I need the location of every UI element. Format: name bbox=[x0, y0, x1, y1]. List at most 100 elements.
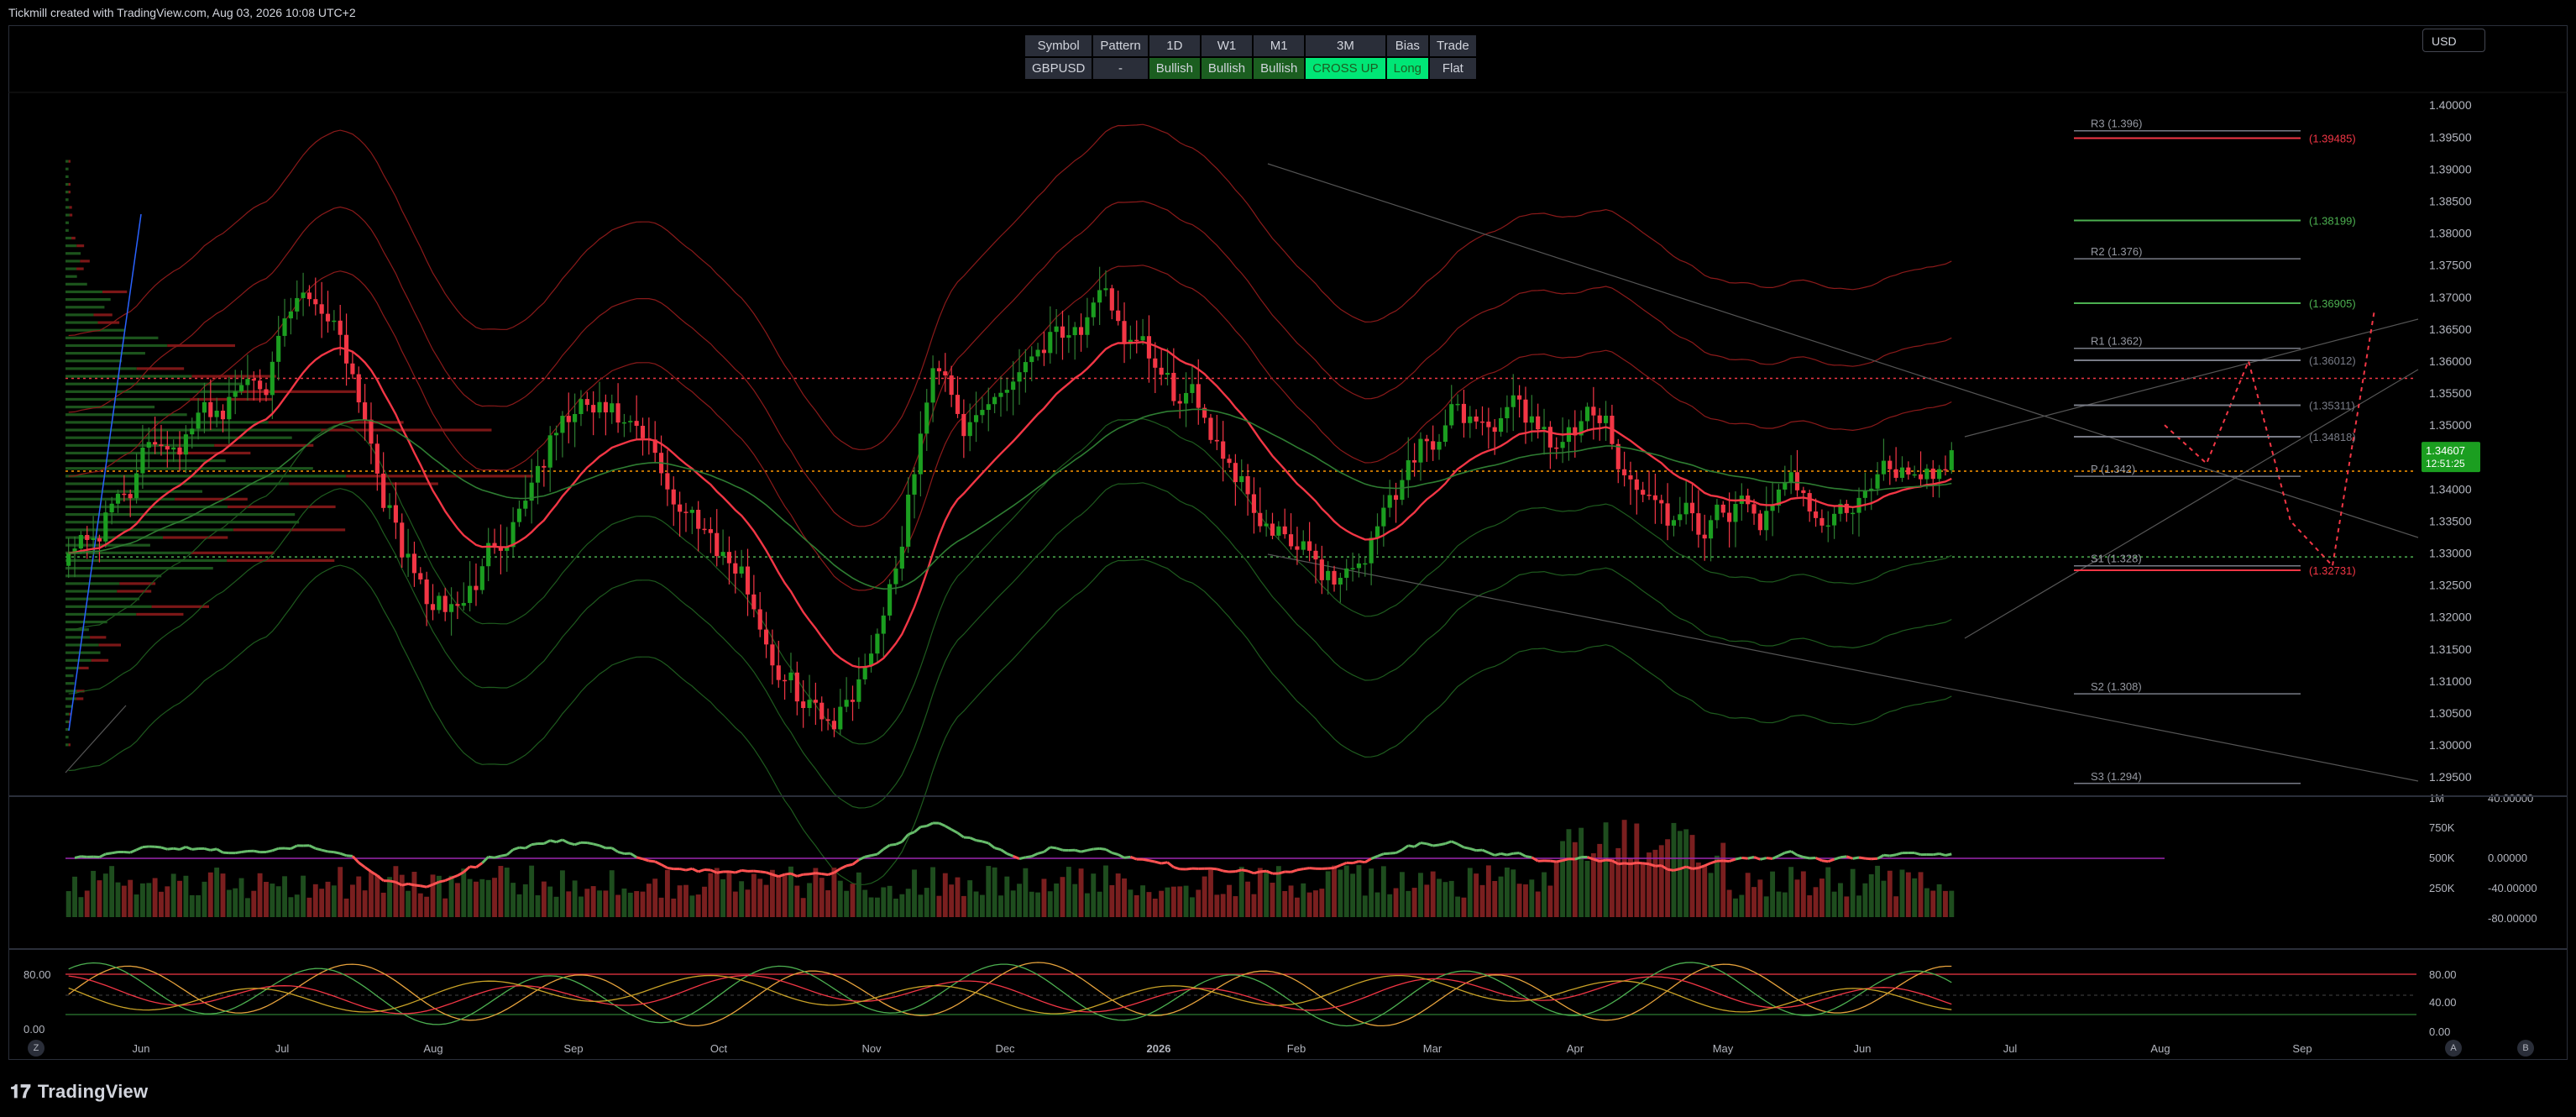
volume-bar bbox=[1597, 843, 1603, 917]
time-tick-label: Jun bbox=[133, 1042, 150, 1055]
auto-scale-button[interactable]: A bbox=[2445, 1040, 2462, 1057]
volume-bar bbox=[677, 885, 683, 917]
volume-bar bbox=[1887, 870, 1893, 917]
currency-selector[interactable]: USD bbox=[2422, 29, 2485, 52]
volume-bar bbox=[1640, 863, 1646, 917]
volume-bar bbox=[202, 881, 207, 917]
volume-bar bbox=[1720, 842, 1726, 917]
volume-profile-bar bbox=[79, 666, 89, 670]
candle-body bbox=[1171, 372, 1176, 401]
candle-body bbox=[1344, 568, 1349, 578]
volume-bar bbox=[1109, 884, 1115, 917]
candle-body bbox=[1449, 404, 1454, 426]
candle-body bbox=[610, 403, 615, 413]
candle-body bbox=[238, 385, 244, 392]
volume-bar bbox=[1628, 857, 1633, 917]
rsi-line-segment bbox=[963, 836, 971, 840]
stoch-line bbox=[68, 962, 1952, 1027]
rsi-line-segment bbox=[982, 840, 989, 845]
log-scale-button[interactable]: B bbox=[2517, 1040, 2534, 1057]
volume-profile-bar bbox=[65, 206, 70, 209]
volume-bar bbox=[356, 876, 362, 917]
volume-profile-bar bbox=[65, 490, 202, 493]
volume-profile-bar bbox=[65, 298, 111, 302]
candle-body bbox=[838, 706, 843, 730]
candle-body bbox=[1702, 534, 1707, 539]
price-tick-label: 1.33000 bbox=[2429, 547, 2472, 560]
rsi-line-segment bbox=[1055, 847, 1063, 852]
stoch-tick-label: 80.00 bbox=[2429, 968, 2457, 981]
candle-body bbox=[708, 529, 713, 533]
volume-bar bbox=[1479, 884, 1485, 917]
volume-bar bbox=[1097, 891, 1102, 917]
rsi-line-segment bbox=[1259, 869, 1267, 873]
volume-bar bbox=[1819, 878, 1825, 917]
rsi-tick-label: 40.00000 bbox=[2488, 792, 2533, 805]
current-price-countdown: 12:51:25 bbox=[2426, 458, 2465, 469]
candle-body bbox=[986, 404, 991, 411]
rsi-line-segment bbox=[617, 850, 625, 855]
status-header-2: 1D bbox=[1149, 35, 1200, 56]
volume-profile-bar bbox=[65, 352, 145, 355]
volume-bar bbox=[1362, 895, 1368, 917]
candle-body bbox=[1622, 469, 1627, 475]
rsi-line-segment bbox=[1784, 850, 1792, 854]
candle-body bbox=[1116, 310, 1121, 322]
volume-profile-bar bbox=[346, 475, 533, 478]
volume-bar bbox=[1041, 878, 1047, 917]
candle-body bbox=[1288, 534, 1294, 547]
volume-bar bbox=[1437, 878, 1442, 917]
rsi-line-segment bbox=[1550, 859, 1557, 863]
rsi-line-segment bbox=[358, 861, 366, 868]
volume-bar bbox=[800, 898, 806, 917]
candle-body bbox=[1505, 406, 1510, 418]
price-chart[interactable]: R3 (1.396) R2 (1.376) R1 (1.362) P (1.342) S… bbox=[0, 0, 2576, 1060]
volume-bar bbox=[1943, 890, 1948, 917]
volume-bar bbox=[1677, 831, 1683, 917]
volume-profile-bar bbox=[65, 382, 243, 385]
candle-body bbox=[1134, 339, 1139, 342]
volume-profile-bar bbox=[321, 428, 492, 432]
candle-body bbox=[591, 405, 596, 413]
volume-bar bbox=[282, 876, 287, 917]
rsi-line-segment bbox=[796, 873, 804, 878]
candle-body bbox=[306, 292, 312, 300]
volume-bar bbox=[1689, 835, 1695, 917]
rsi-line-segment bbox=[1166, 861, 1175, 868]
volume-bar bbox=[1442, 882, 1448, 917]
volume-profile-bar bbox=[136, 367, 185, 370]
candle-body bbox=[794, 672, 799, 702]
candle-body bbox=[461, 602, 466, 606]
timezone-button[interactable]: Z bbox=[28, 1040, 45, 1057]
candle-body bbox=[1196, 384, 1201, 408]
candle-body bbox=[1584, 406, 1590, 422]
volume-bar bbox=[1893, 896, 1899, 917]
volume-bar bbox=[1924, 888, 1929, 917]
candle-body bbox=[949, 375, 954, 396]
volume-bar bbox=[1770, 871, 1776, 917]
rsi-line-segment bbox=[216, 847, 224, 854]
rsi-line-segment bbox=[1111, 852, 1119, 856]
candle-body bbox=[1678, 514, 1683, 521]
rsi-line-segment bbox=[840, 864, 847, 870]
candle-body bbox=[1054, 326, 1059, 333]
volume-bar bbox=[448, 875, 454, 917]
rsi-line-segment bbox=[1037, 850, 1045, 855]
rsi-line-segment bbox=[556, 838, 563, 844]
rsi-line-segment bbox=[1395, 848, 1403, 854]
volume-profile-bar bbox=[65, 290, 102, 294]
volume-bar bbox=[1134, 894, 1139, 917]
candle-body bbox=[980, 410, 985, 416]
volume-profile-bar bbox=[69, 213, 73, 217]
volume-bar bbox=[992, 867, 997, 917]
rsi-line-segment bbox=[987, 842, 996, 849]
upper-envelope-line bbox=[68, 123, 1952, 450]
rsi-line-segment bbox=[543, 839, 551, 845]
candle-body bbox=[973, 415, 979, 422]
volume-profile-bar bbox=[93, 313, 113, 317]
candle-body bbox=[1634, 479, 1639, 490]
level-label: (1.39485) bbox=[2309, 132, 2356, 144]
candle-body bbox=[208, 401, 213, 417]
rsi-line-segment bbox=[1154, 860, 1162, 865]
rsi-line-segment bbox=[346, 854, 353, 857]
